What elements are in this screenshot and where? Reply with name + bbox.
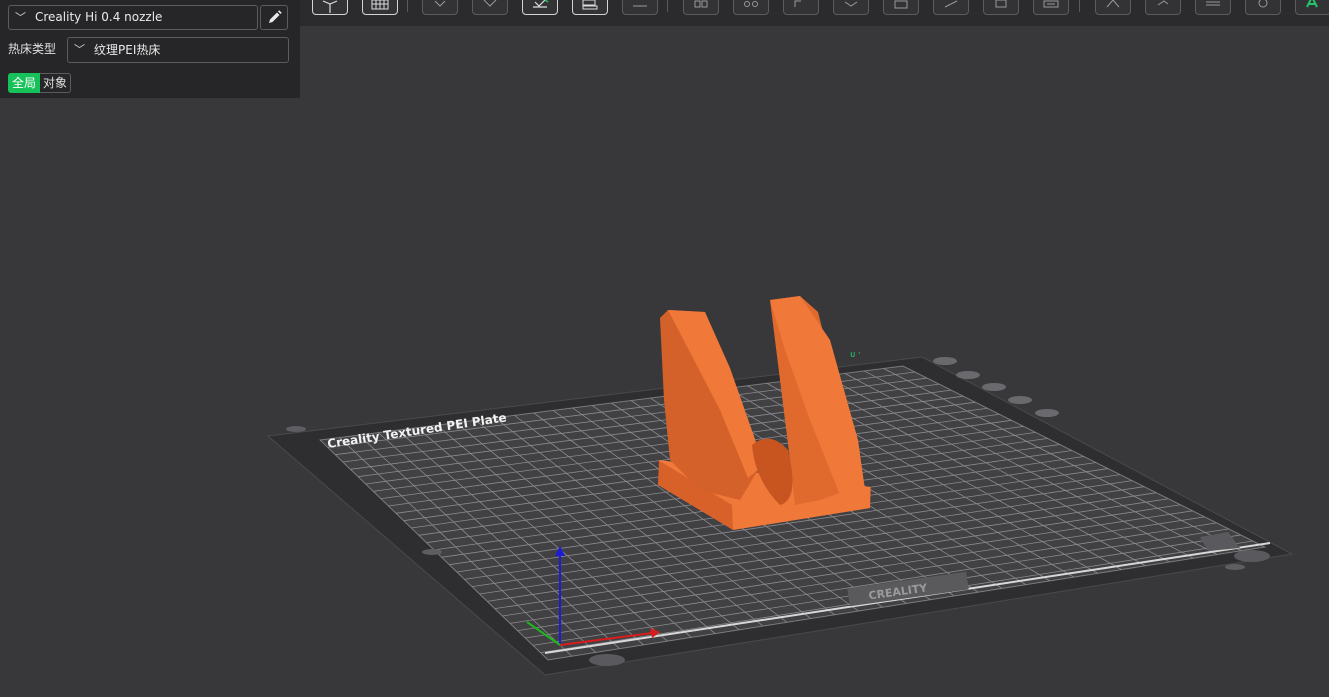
bed-type-value: 纹理PEI热床 (94, 43, 161, 57)
scope-toggle: 全局 对象 (8, 73, 72, 93)
support-icon (894, 0, 908, 9)
orient-button[interactable] (472, 0, 508, 15)
bed-marker (956, 371, 980, 379)
rotate-button[interactable] (733, 0, 769, 15)
printer-row: ﹀ Creality Hi 0.4 nozzle (8, 5, 288, 30)
layers-icon (633, 5, 647, 7)
toolbar-separator (1079, 0, 1080, 12)
view-cube-button[interactable] (312, 0, 348, 15)
chevron-down-icon: ﹀ (74, 43, 85, 56)
view-cube-icon (322, 0, 338, 13)
bed-marker (1035, 409, 1059, 417)
printer-select[interactable]: ﹀ Creality Hi 0.4 nozzle (8, 5, 258, 30)
rotate-icon (744, 1, 758, 7)
scope-object-button[interactable]: 对象 (40, 73, 72, 93)
top-toolbar (300, 0, 1329, 26)
paint-button[interactable] (1145, 0, 1181, 15)
measure-button[interactable] (983, 0, 1019, 15)
settings-icon (1258, 0, 1268, 8)
scale-icon (794, 0, 801, 7)
corner-badge (1234, 550, 1270, 562)
a-icon (1306, 0, 1318, 8)
assembly-button[interactable] (1033, 0, 1069, 15)
scope-global-button[interactable]: 全局 (8, 73, 41, 93)
assembly-icon (1043, 0, 1059, 8)
bed-marker (933, 357, 957, 365)
emboss-icon (1206, 1, 1220, 6)
3d-viewport[interactable]: CREALITY Creality Textured PEI Plate ᴜ ˑ (0, 0, 1329, 697)
layers-button[interactable] (622, 0, 658, 15)
seam-icon (944, 0, 958, 8)
add-button[interactable] (422, 0, 458, 15)
edit-printer-button[interactable] (260, 5, 288, 30)
pencil-icon (269, 10, 282, 23)
paint-icon (1157, 0, 1169, 6)
arrange-icon (533, 0, 549, 8)
grid-icon (371, 0, 389, 10)
emboss-button[interactable] (1195, 0, 1231, 15)
seam-button[interactable] (933, 0, 969, 15)
bed-type-label: 热床类型 (8, 42, 57, 56)
bed-type-select[interactable]: ﹀ 纹理PEI热床 (67, 37, 289, 63)
bed-marker (286, 426, 306, 432)
scale-button[interactable] (783, 0, 819, 15)
bed-marker (1008, 396, 1032, 404)
bed-marker (982, 383, 1006, 391)
text-button[interactable] (1095, 0, 1131, 15)
a-button[interactable] (1295, 0, 1329, 15)
arrange-button[interactable] (522, 0, 558, 15)
split-button[interactable] (572, 0, 608, 15)
add-icon (434, 0, 446, 7)
support-button[interactable] (883, 0, 919, 15)
chevron-down-icon: ﹀ (15, 11, 26, 24)
orient-icon (483, 0, 497, 7)
toolbar-separator (667, 0, 668, 12)
bed-marker (422, 549, 442, 555)
split-icon (582, 0, 598, 10)
printer-select-value: Creality Hi 0.4 nozzle (35, 10, 163, 24)
axis-indicator: ᴜ ˑ (850, 350, 861, 360)
settings-panel: ﹀ Creality Hi 0.4 nozzle 热床类型 ﹀ 纹理PEI热床 … (0, 0, 300, 98)
text-icon (1106, 0, 1120, 8)
move-icon (694, 0, 708, 8)
grid-button[interactable] (362, 0, 398, 15)
cut-icon (844, 1, 858, 7)
toolbar-separator (407, 0, 408, 12)
measure-icon (995, 0, 1007, 8)
bed-row: 热床类型 ﹀ 纹理PEI热床 (8, 37, 289, 63)
bed-marker (1225, 564, 1245, 570)
cut-button[interactable] (833, 0, 869, 15)
corner-badge (589, 654, 625, 666)
move-button[interactable] (683, 0, 719, 15)
settings-button[interactable] (1245, 0, 1281, 15)
